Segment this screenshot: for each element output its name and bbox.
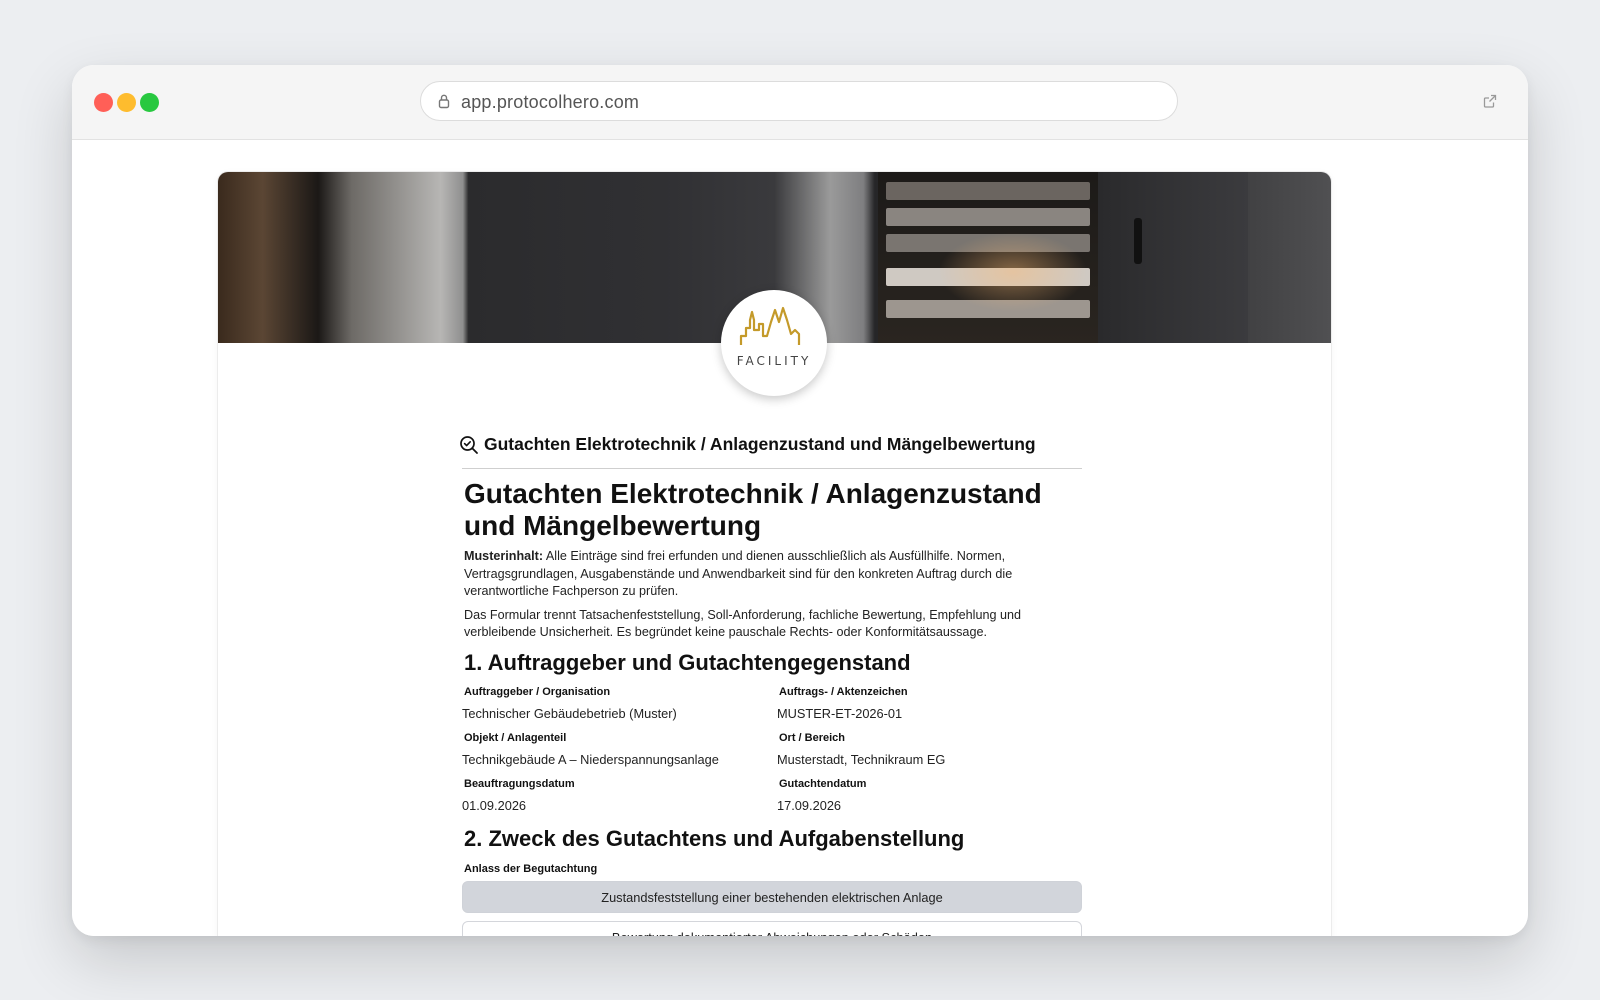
field-label: Auftraggeber / Organisation	[464, 685, 611, 698]
close-window-button[interactable]	[94, 93, 113, 112]
minimize-window-button[interactable]	[117, 93, 136, 112]
logo-text: FACILITY	[736, 354, 812, 368]
form-header-title: Gutachten Elektrotechnik / Anlagenzustan…	[484, 434, 1036, 454]
field-label: Auftrags- / Aktenzeichen	[779, 685, 908, 698]
section-heading-purpose: 2. Zweck des Gutachtens und Aufgabenstel…	[464, 825, 965, 851]
field-label: Ort / Bereich	[779, 731, 846, 744]
client-fields-grid: Auftraggeber / Organisation Technischer …	[462, 685, 1082, 823]
sample-notice: Musterinhalt: Alle Einträge sind frei er…	[464, 548, 1082, 601]
browser-titlebar: app.protocolhero.com	[72, 65, 1528, 140]
field-value[interactable]: Musterstadt, Technikraum EG	[777, 752, 1082, 768]
form-card: FACILITY Gutachten Elektrotechnik / Anla…	[218, 172, 1331, 936]
company-logo: FACILITY	[721, 290, 827, 396]
page-content: FACILITY Gutachten Elektrotechnik / Anla…	[72, 140, 1528, 936]
browser-window: app.protocolhero.com FACILITY Gutachten …	[72, 65, 1528, 936]
page-title: Gutachten Elektrotechnik / Anlagenzustan…	[464, 478, 1042, 541]
field-value[interactable]: MUSTER-ET-2026-01	[777, 706, 1082, 722]
option-condition-assessment[interactable]: Zustandsfeststellung einer bestehenden e…	[462, 880, 1082, 913]
field-label: Gutachtendatum	[779, 777, 867, 790]
section-heading-client: 1. Auftraggeber und Gutachtengegenstand	[464, 649, 911, 675]
maximize-window-button[interactable]	[140, 93, 159, 112]
field-value[interactable]: Technischer Gebäudebetrieb (Muster)	[462, 706, 777, 722]
field-report-date: Gutachtendatum 17.09.2026	[777, 777, 1082, 823]
field-client-organisation: Auftraggeber / Organisation Technischer …	[462, 685, 777, 731]
field-label: Beauftragungsdatum	[464, 777, 575, 790]
field-commission-date: Beauftragungsdatum 01.09.2026	[462, 777, 777, 823]
lock-icon	[438, 93, 450, 114]
intro-text: Das Formular trennt Tatsachenfeststellun…	[464, 607, 1022, 640]
field-value[interactable]: 01.09.2026	[462, 798, 777, 814]
field-order-number: Auftrags- / Aktenzeichen MUSTER-ET-2026-…	[777, 685, 1082, 731]
search-check-icon	[459, 435, 479, 460]
field-object: Objekt / Anlagenteil Technikgebäude A – …	[462, 731, 777, 777]
address-bar[interactable]: app.protocolhero.com	[420, 81, 1178, 121]
field-value[interactable]: 17.09.2026	[777, 798, 1082, 814]
occasion-label: Anlass der Begutachtung	[464, 862, 598, 875]
field-label: Objekt / Anlagenteil	[464, 731, 567, 744]
form-header: Gutachten Elektrotechnik / Anlagenzustan…	[459, 430, 1082, 469]
field-value[interactable]: Technikgebäude A – Niederspannungsanlage	[462, 752, 777, 768]
url-text: app.protocolhero.com	[461, 92, 640, 112]
electrical-cabinet-image	[878, 172, 1248, 343]
option-deviation-assessment[interactable]: Bewertung dokumentierter Abweichungen od…	[462, 920, 1082, 936]
external-link-icon[interactable]	[1482, 93, 1498, 114]
report-form: Gutachten Elektrotechnik / Anlagenzustan…	[459, 430, 1082, 936]
field-location: Ort / Bereich Musterstadt, Technikraum E…	[777, 731, 1082, 777]
sample-notice-text: Alle Einträge sind frei erfunden und die…	[464, 549, 1013, 598]
sample-notice-label: Musterinhalt:	[464, 549, 544, 563]
